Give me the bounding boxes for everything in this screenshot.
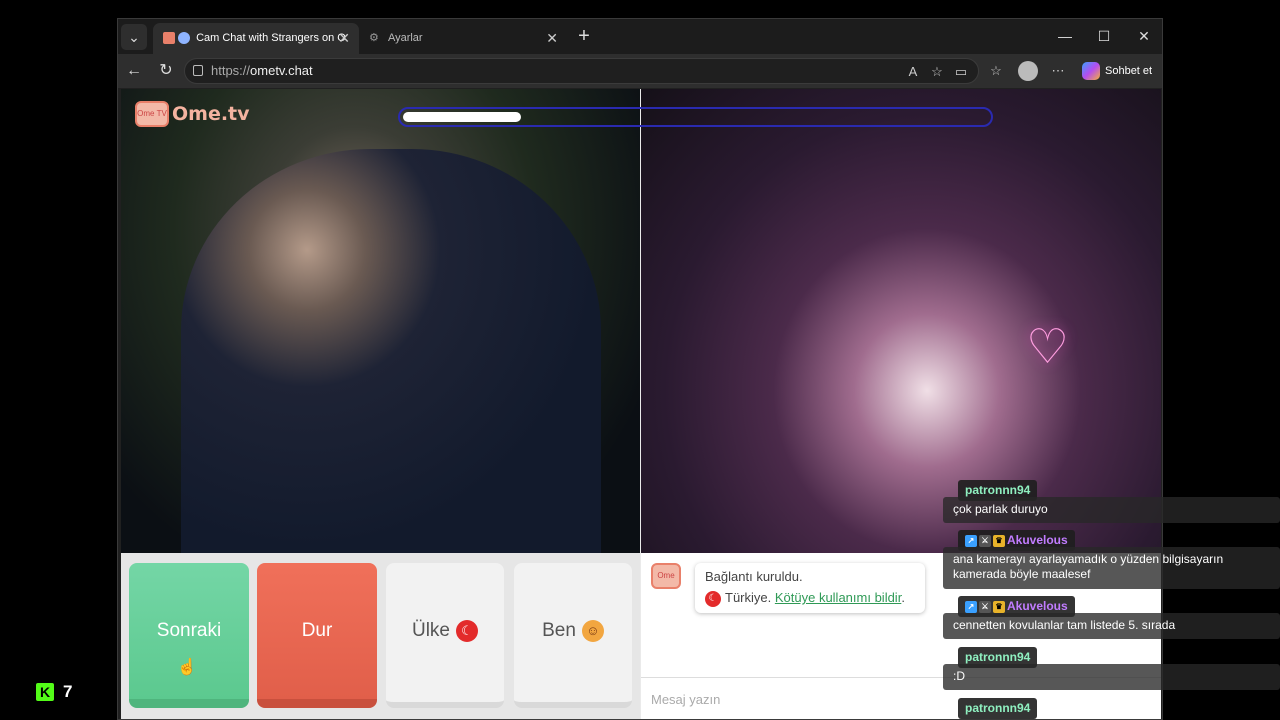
woman-emoji-icon: ☺ (581, 619, 604, 642)
ometv-tv-icon: Ome (651, 563, 681, 589)
camera-in-use-icon[interactable]: ▭ (951, 63, 971, 81)
new-tab-button[interactable]: + (574, 26, 594, 47)
close-tab-icon[interactable]: ✕ (546, 23, 558, 54)
tab-title: Ayarlar (387, 32, 423, 44)
url-protocol: https:// (211, 63, 251, 78)
ometv-favicon-icon (163, 32, 175, 45)
tab-favicon-icons (163, 32, 196, 45)
message-placeholder: Mesaj yazın (651, 692, 721, 707)
mouse-cursor-icon: ☝ (177, 659, 197, 676)
copilot-button[interactable]: Sohbet et (1082, 61, 1152, 83)
crown-badge-icon: ♛ (993, 600, 1005, 613)
favorites-icon[interactable]: ☆ (986, 62, 1006, 80)
connection-status: Bağlantı kuruldu. (705, 569, 803, 584)
remote-person-image (181, 149, 601, 553)
reload-button[interactable]: ↻ (155, 60, 177, 82)
lock-icon (193, 65, 203, 76)
chat-message: ana kamerayı ayarlayamadık o yüzden bilg… (943, 547, 1280, 589)
neon-heart-icon: ♡ (1026, 321, 1070, 374)
url-host: ometv.chat (250, 63, 313, 78)
favorite-star-icon[interactable]: ☆ (927, 63, 947, 81)
connection-progress-fill (403, 112, 522, 122)
copilot-icon (1082, 62, 1100, 81)
chat-message: :D (943, 664, 1280, 690)
tab-bar: ⌄ Cam Chat with Strangers on O ✕ ⚙ Ayarl… (118, 19, 1162, 54)
gear-icon: ⚙ (369, 32, 379, 44)
chat-username: Akuvelous (1007, 599, 1068, 613)
minimize-button[interactable]: — (1053, 25, 1077, 47)
navigation-bar: ← ↻ https://ometv.chat A ☆ ▭ ☆ ⋯ Sohbet … (118, 54, 1162, 88)
chat-username: Akuvelous (1007, 533, 1068, 547)
ometv-tv-icon: Ome TV (135, 101, 169, 127)
more-options-icon[interactable]: ⋯ (1048, 62, 1068, 80)
close-window-button[interactable]: ✕ (1132, 25, 1156, 47)
country-button[interactable]: Ülke ☾ (386, 563, 504, 708)
tab-settings[interactable]: ⚙ Ayarlar ✕ (361, 23, 567, 54)
url-text: https://ometv.chat (211, 63, 313, 78)
next-button[interactable]: Sonraki ☝ (129, 563, 249, 708)
copilot-label: Sohbet et (1105, 65, 1153, 77)
next-label: Sonraki (156, 620, 222, 641)
address-bar[interactable]: https://ometv.chat A ☆ ▭ (184, 58, 979, 84)
remote-video: Ome TV Ome.tv (121, 89, 640, 553)
country-label: Ülke (411, 620, 450, 641)
subscriber-badge-icon: ↗ (965, 600, 977, 613)
chat-username: patronnn94 (958, 698, 1038, 719)
kick-viewer-count: K7 (36, 682, 72, 702)
back-button[interactable]: ← (123, 60, 145, 82)
moderator-badge-icon: ⚔ (979, 600, 991, 613)
period: . (901, 590, 905, 605)
turkey-flag-icon: ☾ (705, 590, 721, 607)
recording-indicator-icon (178, 32, 190, 45)
tab-title: Cam Chat with Strangers on O (196, 32, 346, 44)
profile-avatar[interactable] (1018, 61, 1038, 81)
read-aloud-icon[interactable]: A (903, 63, 923, 81)
me-button[interactable]: Ben ☺ (514, 563, 632, 708)
ometv-logo: Ome TV Ome.tv (135, 99, 250, 129)
me-label: Ben (542, 620, 576, 641)
kick-logo-icon: K (36, 683, 54, 701)
logo-text: Ome.tv (172, 103, 250, 125)
chat-message: cennetten kovulanlar tam listede 5. sıra… (943, 613, 1280, 639)
viewer-count: 7 (63, 682, 73, 701)
system-message-line2: ☾ Türkiye. Kötüye kullanımı bildir. (705, 590, 915, 607)
system-message: Bağlantı kuruldu. ☾ Türkiye. Kötüye kulla… (695, 563, 925, 613)
tab-ometv[interactable]: Cam Chat with Strangers on O ✕ (153, 23, 359, 54)
partner-country: Türkiye. (725, 590, 772, 605)
moderator-badge-icon: ⚔ (979, 534, 991, 547)
stream-chat-overlay: patronnn94 çok parlak duruyo ↗ ⚔ ♛ Akuvelou… (943, 470, 1280, 720)
crown-badge-icon: ♛ (993, 534, 1005, 547)
control-panel: Sonraki ☝ Dur Ülke ☾ Ben ☺ (121, 553, 640, 719)
subscriber-badge-icon: ↗ (965, 534, 977, 547)
stop-button[interactable]: Dur (257, 563, 377, 708)
turkey-flag-icon: ☾ (456, 619, 478, 642)
connection-progress-bar (398, 107, 993, 127)
chat-message: çok parlak duruyo (943, 497, 1280, 523)
report-abuse-link[interactable]: Kötüye kullanımı bildir (775, 590, 901, 605)
maximize-button[interactable]: ☐ (1092, 25, 1116, 47)
stop-label: Dur (301, 620, 333, 641)
tab-actions-menu-button[interactable]: ⌄ (121, 24, 147, 50)
close-tab-icon[interactable]: ✕ (338, 23, 350, 54)
